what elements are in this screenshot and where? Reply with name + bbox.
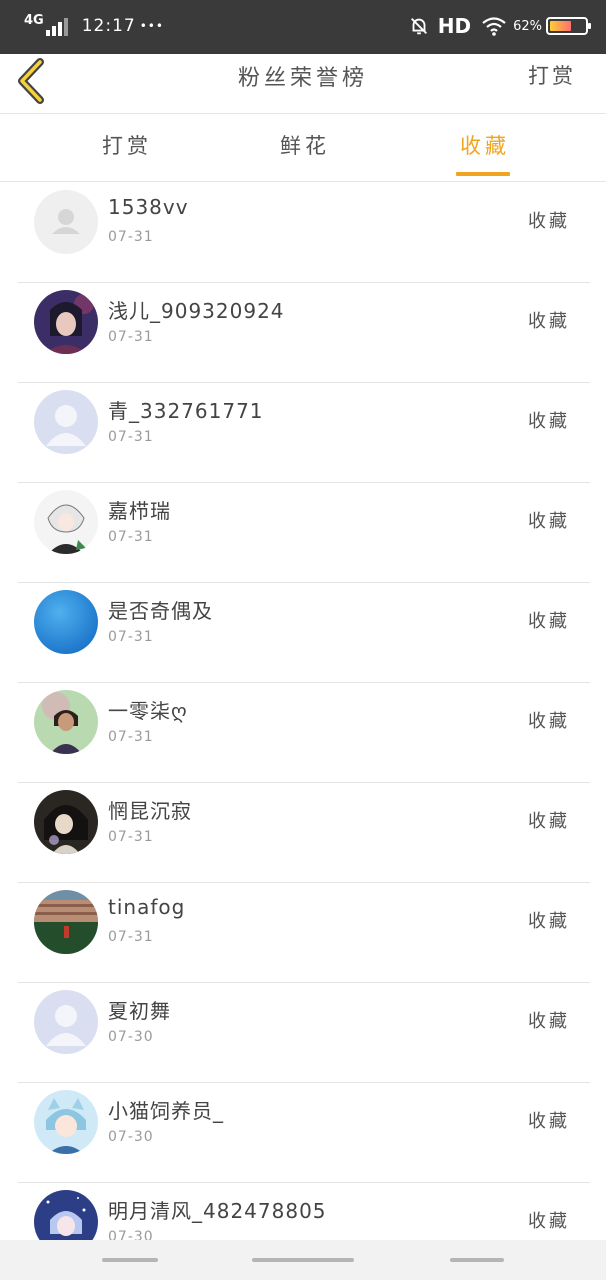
avatar[interactable] xyxy=(34,490,98,554)
fan-name: 1538vv xyxy=(108,195,189,219)
default-blue-avatar xyxy=(34,990,98,1054)
fan-name: 夏初舞 xyxy=(108,999,171,1023)
anime-girl-purple-avatar xyxy=(34,290,98,354)
avatar[interactable] xyxy=(34,690,98,754)
avatar[interactable] xyxy=(34,1090,98,1154)
nav-menu-button[interactable] xyxy=(102,1258,158,1262)
fan-list-item[interactable]: 一零柒ღ 07-31 收藏 xyxy=(18,683,590,783)
fan-list-item[interactable]: 惘昆沉寂 07-31 收藏 xyxy=(18,783,590,883)
fan-name: 浅儿_909320924 xyxy=(108,299,285,323)
notification-dots: ••• xyxy=(139,19,164,33)
fan-date: 07-31 xyxy=(108,529,154,545)
avatar[interactable] xyxy=(34,290,98,354)
fan-list-item[interactable]: 嘉栉瑞 07-31 收藏 xyxy=(18,483,590,583)
favorite-tag: 收藏 xyxy=(528,1011,570,1032)
favorite-tag: 收藏 xyxy=(528,311,570,332)
favorite-tag: 收藏 xyxy=(528,1211,570,1232)
active-tab-indicator xyxy=(456,172,510,176)
fan-list-item[interactable]: 夏初舞 07-30 收藏 xyxy=(18,983,590,1083)
fan-name: 惘昆沉寂 xyxy=(108,799,192,823)
fan-name: 一零柒ღ xyxy=(108,699,188,723)
page-title: 粉丝荣誉榜 xyxy=(237,66,368,91)
reward-button[interactable]: 打赏 xyxy=(528,60,576,90)
avatar[interactable] xyxy=(34,990,98,1054)
battery-level xyxy=(550,21,572,31)
default-blue-avatar xyxy=(34,390,98,454)
avatar[interactable] xyxy=(34,390,98,454)
fan-date: 07-31 xyxy=(108,829,154,845)
anime-green-avatar xyxy=(34,690,98,754)
favorite-tag: 收藏 xyxy=(528,1111,570,1132)
fan-date: 07-30 xyxy=(108,1029,154,1045)
fan-name: 青_332761771 xyxy=(108,399,264,423)
system-nav-bar xyxy=(0,1240,606,1280)
fan-list-item[interactable]: 1538vv 07-31 收藏 xyxy=(18,183,590,283)
bell-off-icon xyxy=(410,18,427,35)
fan-date: 07-31 xyxy=(108,729,154,745)
fan-date: 07-31 xyxy=(108,229,154,245)
battery-percent: 62% xyxy=(513,18,542,34)
avatar[interactable] xyxy=(34,890,98,954)
default-gray-avatar xyxy=(34,190,98,254)
anime-cat-girl-avatar xyxy=(34,1090,98,1154)
nav-back-button[interactable] xyxy=(450,1258,504,1262)
fan-list-item[interactable]: 小猫饲养员_ 07-30 收藏 xyxy=(18,1083,590,1183)
favorite-tag: 收藏 xyxy=(528,611,570,632)
status-bar: 4G 12:17 ••• HD 62% xyxy=(0,0,606,54)
wifi-icon xyxy=(482,17,506,36)
fan-date: 07-30 xyxy=(108,1129,154,1145)
fan-date: 07-31 xyxy=(108,329,154,345)
status-right: HD 62% xyxy=(408,12,591,40)
battery-icon xyxy=(546,17,591,35)
avatar[interactable] xyxy=(34,190,98,254)
avatar[interactable] xyxy=(34,790,98,854)
hd-indicator: HD xyxy=(437,14,472,38)
clock-time: 12:17 xyxy=(81,16,136,36)
fan-name: 是否奇偶及 xyxy=(108,599,213,623)
avatar[interactable] xyxy=(34,1190,98,1240)
fan-date: 07-31 xyxy=(108,629,154,645)
tab-reward[interactable]: 打赏 xyxy=(102,130,152,160)
anime-starry-avatar xyxy=(34,1190,98,1240)
building-photo-avatar xyxy=(34,890,98,954)
fan-date: 07-30 xyxy=(108,1229,154,1240)
anime-white-hair-avatar xyxy=(34,490,98,554)
fan-date: 07-31 xyxy=(108,429,154,445)
status-left: 4G 12:17 ••• xyxy=(24,12,164,40)
favorite-tag: 收藏 xyxy=(528,411,570,432)
fan-list-item[interactable]: 明月清风_482478805 07-30 收藏 xyxy=(18,1183,590,1240)
fan-name: 嘉栉瑞 xyxy=(108,499,171,523)
favorite-tag: 收藏 xyxy=(528,211,570,232)
fan-list-item[interactable]: 是否奇偶及 07-31 收藏 xyxy=(18,583,590,683)
fan-list[interactable]: 1538vv 07-31 收藏 浅儿_909320924 07-31 收藏 青_332761… xyxy=(0,183,606,1240)
favorite-tag: 收藏 xyxy=(528,711,570,732)
fan-name: tinafog xyxy=(108,895,186,919)
favorite-tag: 收藏 xyxy=(528,811,570,832)
blue-circle-avatar xyxy=(34,590,98,654)
fan-date: 07-31 xyxy=(108,929,154,945)
fan-name: 明月清风_482478805 xyxy=(108,1199,327,1223)
fan-name: 小猫饲养员_ xyxy=(108,1099,224,1123)
favorite-tag: 收藏 xyxy=(528,911,570,932)
tab-favorites[interactable]: 收藏 xyxy=(460,130,510,160)
tab-bar: 打赏 鲜花 收藏 xyxy=(0,114,606,182)
nav-home-button[interactable] xyxy=(252,1258,354,1262)
fan-list-item[interactable]: 青_332761771 07-31 收藏 xyxy=(18,383,590,483)
tab-flowers[interactable]: 鲜花 xyxy=(280,130,330,160)
favorite-tag: 收藏 xyxy=(528,511,570,532)
network-type: 4G xyxy=(24,12,44,28)
fan-list-item[interactable]: tinafog 07-31 收藏 xyxy=(18,883,590,983)
signal-icon xyxy=(45,16,70,36)
fan-list-item[interactable]: 浅儿_909320924 07-31 收藏 xyxy=(18,283,590,383)
avatar[interactable] xyxy=(34,590,98,654)
anime-dark-hair-avatar xyxy=(34,790,98,854)
page-header: 粉丝荣誉榜 打赏 xyxy=(0,54,606,114)
